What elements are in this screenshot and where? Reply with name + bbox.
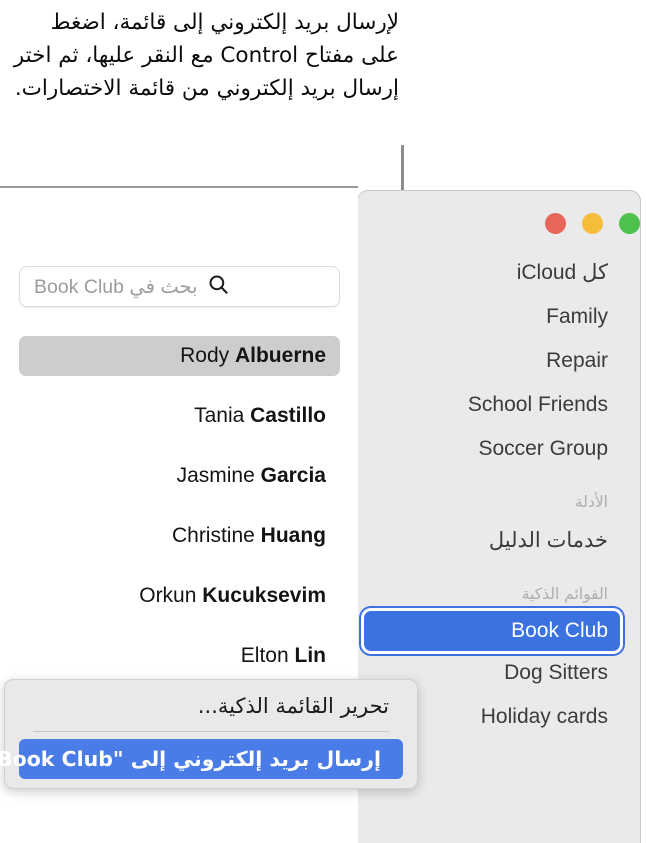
list-item[interactable]: Tania Castillo xyxy=(20,396,341,436)
contacts-list: Rody Albuerne Tania Castillo Jasmine Gar… xyxy=(20,336,341,696)
context-menu: تحرير القائمة الذكية... إرسال بريد إلكتر… xyxy=(0,679,419,789)
menu-separator xyxy=(34,731,390,732)
contact-last-name: Castillo xyxy=(251,404,327,427)
zoom-button[interactable] xyxy=(620,213,641,234)
minimize-button[interactable] xyxy=(583,213,604,234)
contact-last-name: Lin xyxy=(295,644,328,667)
menu-item-send-email-to-list[interactable]: إرسال بريد إلكتروني إلى "Book Club" xyxy=(0,739,404,779)
search-placeholder-text: بحث في Book Club xyxy=(35,275,199,298)
close-button[interactable] xyxy=(546,213,567,234)
menu-item-edit-smart-list[interactable]: تحرير القائمة الذكية... xyxy=(12,687,412,725)
sidebar-item-directory-services[interactable]: خدمات الدليل xyxy=(369,519,609,563)
contact-first-name: Orkun xyxy=(140,584,204,607)
sidebar-item-family[interactable]: Family xyxy=(369,295,609,339)
contact-first-name: Rody xyxy=(181,344,236,367)
list-item[interactable]: Elton Lin xyxy=(20,636,341,676)
search-field-wrapper: بحث في Book Club xyxy=(20,266,341,307)
screenshot-root: لإرسال بريد إلكتروني إلى قائمة، اضغط على… xyxy=(0,0,646,843)
contact-last-name: Garcia xyxy=(261,464,327,487)
sidebar-section-header-directories: الأدلة xyxy=(575,493,609,511)
contact-last-name: Albuerne xyxy=(235,344,327,367)
contact-last-name: Kucuksevim xyxy=(203,584,327,607)
search-input[interactable]: بحث في Book Club xyxy=(20,266,341,307)
sidebar-item-repair[interactable]: Repair xyxy=(369,339,609,383)
contact-first-name: Elton xyxy=(241,644,296,667)
groups-sidebar: كل iCloud Family Repair School Friends S… xyxy=(359,251,641,739)
sidebar-item-soccer-group[interactable]: Soccer Group xyxy=(369,427,609,471)
list-item[interactable]: Rody Albuerne xyxy=(20,336,341,376)
window-traffic-lights xyxy=(359,213,641,234)
instruction-caption: لإرسال بريد إلكتروني إلى قائمة، اضغط على… xyxy=(14,10,400,101)
contact-first-name: Jasmine xyxy=(177,464,262,487)
list-item[interactable]: Jasmine Garcia xyxy=(20,456,341,496)
sidebar-item-book-club[interactable]: Book Club xyxy=(365,611,621,651)
contact-last-name: Huang xyxy=(261,524,327,547)
contact-first-name: Christine xyxy=(172,524,262,547)
sidebar-item-school-friends[interactable]: School Friends xyxy=(369,383,609,427)
search-icon xyxy=(208,273,231,301)
list-item[interactable]: Orkun Kucuksevim xyxy=(20,576,341,616)
contact-first-name: Tania xyxy=(195,404,252,427)
sidebar-item-all-icloud[interactable]: كل iCloud xyxy=(369,251,609,295)
sidebar-section-header-smart-lists: القوائم الذكية xyxy=(522,585,609,603)
list-item[interactable]: Christine Huang xyxy=(20,516,341,556)
